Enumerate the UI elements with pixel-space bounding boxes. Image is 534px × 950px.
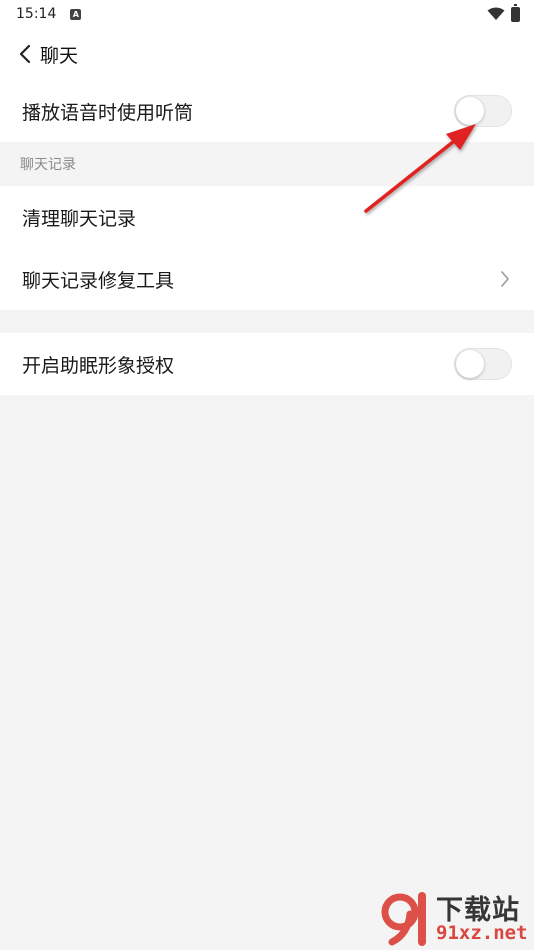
status-right bbox=[487, 3, 520, 22]
repair-tool-label: 聊天记录修复工具 bbox=[22, 269, 175, 292]
clear-history-label: 清理聊天记录 bbox=[22, 207, 137, 230]
a-icon: A bbox=[70, 8, 82, 20]
earpiece-row[interactable]: 播放语音时使用听筒 bbox=[0, 80, 534, 142]
status-time: 15:14 bbox=[16, 6, 57, 22]
chevron-right-icon bbox=[498, 269, 512, 289]
status-bar: 15:14 A bbox=[0, 0, 534, 28]
sleep-avatar-row[interactable]: 开启助眠形象授权 bbox=[0, 333, 534, 395]
section-header: 聊天记录 bbox=[20, 157, 76, 173]
earpiece-toggle[interactable] bbox=[454, 95, 512, 127]
status-left: 15:14 A bbox=[16, 6, 82, 22]
wifi-icon bbox=[487, 7, 505, 20]
chevron-left-icon[interactable] bbox=[14, 43, 36, 65]
watermark-logo: 下载站 91xz.net bbox=[380, 888, 530, 946]
nav-bar: 聊天 bbox=[0, 28, 534, 80]
clear-history-row[interactable]: 清理聊天记录 bbox=[0, 186, 534, 248]
watermark-domain: 91xz.net bbox=[436, 922, 528, 944]
sleep-avatar-toggle[interactable] bbox=[454, 348, 512, 380]
toggle-knob bbox=[456, 350, 484, 378]
sleep-avatar-label: 开启助眠形象授权 bbox=[22, 354, 175, 377]
earpiece-label: 播放语音时使用听筒 bbox=[22, 101, 194, 124]
page-title: 聊天 bbox=[40, 44, 79, 67]
battery-icon bbox=[511, 3, 520, 22]
repair-tool-row[interactable]: 聊天记录修复工具 bbox=[0, 248, 534, 310]
toggle-knob bbox=[456, 97, 484, 125]
